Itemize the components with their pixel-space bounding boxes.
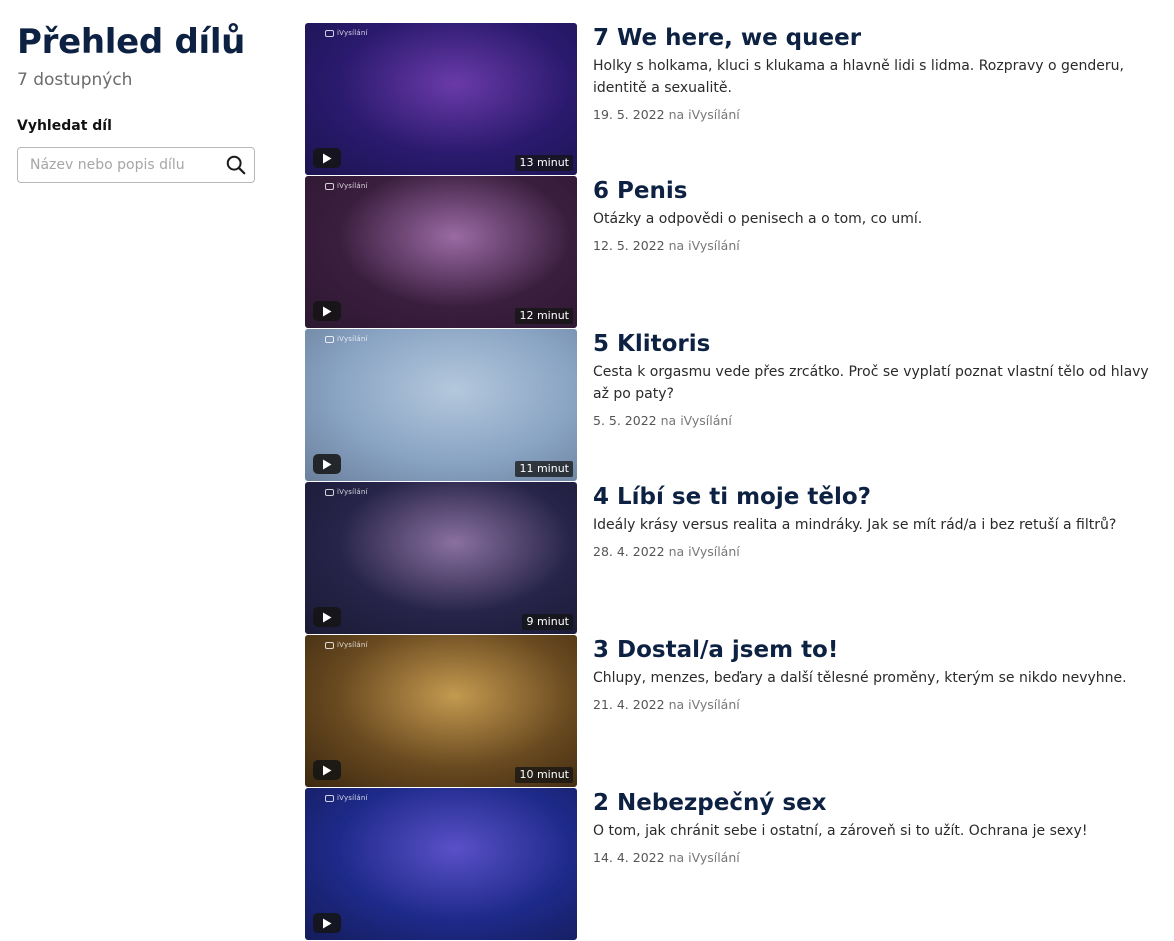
episode-duration: 13 minut (515, 155, 573, 171)
episode-on: na (668, 107, 685, 122)
episode-duration: 9 minut (522, 614, 573, 630)
episode-description: Cesta k orgasmu vede přes zrcátko. Proč … (593, 364, 1149, 402)
episode-item: iVysílání 12 minut 6 Penis Otázky a odpo… (305, 176, 1165, 329)
episode-duration: 12 minut (515, 308, 573, 324)
search-input[interactable] (18, 148, 218, 182)
play-icon[interactable] (313, 454, 341, 474)
episode-on: na (660, 413, 677, 428)
episode-info: 4 Líbí se ti moje tělo? Ideály krásy ver… (593, 482, 1153, 560)
episode-thumbnail[interactable]: iVysílání 11 minut (305, 329, 577, 481)
episode-duration: 10 minut (515, 767, 573, 783)
episode-item: iVysílání 10 minut 3 Dostal/a jsem to! C… (305, 635, 1165, 788)
episode-item: iVysílání 2 Nebezpečný sex O tom, jak ch… (305, 788, 1165, 941)
episode-platform: iVysílání (688, 107, 740, 122)
episode-duration: 11 minut (515, 461, 573, 477)
episode-description: O tom, jak chránit sebe i ostatní, a zár… (593, 823, 1088, 839)
episode-platform: iVysílání (680, 413, 732, 428)
episode-title[interactable]: 7 We here, we queer (593, 23, 1153, 53)
ivysilani-logo: iVysílání (325, 641, 368, 649)
play-icon[interactable] (313, 148, 341, 168)
ivysilani-logo: iVysílání (325, 335, 368, 343)
episode-description: Holky s holkama, kluci s klukama a hlavn… (593, 58, 1124, 96)
play-icon[interactable] (313, 301, 341, 321)
episode-meta: 12. 5. 2022 na iVysílání (593, 238, 1153, 254)
play-icon[interactable] (313, 607, 341, 627)
episode-on: na (668, 850, 685, 865)
episode-meta: 19. 5. 2022 na iVysílání (593, 107, 1153, 123)
episode-item: iVysílání 9 minut 4 Líbí se ti moje tělo… (305, 482, 1165, 635)
page-title: Přehled dílů (17, 22, 246, 62)
ivysilani-logo: iVysílání (325, 182, 368, 190)
episode-date: 28. 4. 2022 (593, 544, 665, 559)
episode-list: iVysílání 13 minut 7 We here, we queer H… (305, 23, 1165, 941)
episode-info: 3 Dostal/a jsem to! Chlupy, menzes, beďa… (593, 635, 1153, 713)
episode-meta: 28. 4. 2022 na iVysílání (593, 544, 1153, 560)
sidebar: Přehled dílů 7 dostupných Vyhledat díl (17, 22, 257, 183)
ivysilani-logo: iVysílání (325, 488, 368, 496)
episode-description: Ideály krásy versus realita a mindráky. … (593, 517, 1117, 533)
episode-title[interactable]: 4 Líbí se ti moje tělo? (593, 482, 1153, 512)
episode-platform: iVysílání (688, 850, 740, 865)
episode-on: na (668, 238, 685, 253)
episode-platform: iVysílání (688, 697, 740, 712)
episode-title[interactable]: 5 Klitoris (593, 329, 1153, 359)
episode-on: na (668, 697, 685, 712)
episode-date: 14. 4. 2022 (593, 850, 665, 865)
episode-thumbnail[interactable]: iVysílání 10 minut (305, 635, 577, 787)
episode-thumbnail[interactable]: iVysílání 9 minut (305, 482, 577, 634)
episode-title[interactable]: 6 Penis (593, 176, 1153, 206)
episode-info: 6 Penis Otázky a odpovědi o penisech a o… (593, 176, 1153, 254)
episode-count: 7 dostupných (17, 70, 133, 90)
play-icon[interactable] (313, 760, 341, 780)
episode-platform: iVysílání (688, 544, 740, 559)
episode-info: 2 Nebezpečný sex O tom, jak chránit sebe… (593, 788, 1153, 866)
episode-meta: 5. 5. 2022 na iVysílání (593, 413, 1153, 429)
episode-description: Otázky a odpovědi o penisech a o tom, co… (593, 211, 923, 227)
episode-info: 5 Klitoris Cesta k orgasmu vede přes zrc… (593, 329, 1153, 429)
episode-thumbnail[interactable]: iVysílání 13 minut (305, 23, 577, 175)
episode-item: iVysílání 13 minut 7 We here, we queer H… (305, 23, 1165, 176)
episode-meta: 14. 4. 2022 na iVysílání (593, 850, 1153, 866)
episode-title[interactable]: 3 Dostal/a jsem to! (593, 635, 1153, 665)
episode-thumbnail[interactable]: iVysílání (305, 788, 577, 940)
ivysilani-logo: iVysílání (325, 29, 368, 37)
search-icon[interactable] (224, 153, 248, 177)
episode-date: 21. 4. 2022 (593, 697, 665, 712)
episode-description: Chlupy, menzes, beďary a další tělesné p… (593, 670, 1127, 686)
episode-platform: iVysílání (688, 238, 740, 253)
search-label: Vyhledat díl (17, 118, 112, 134)
episode-title[interactable]: 2 Nebezpečný sex (593, 788, 1153, 818)
episode-info: 7 We here, we queer Holky s holkama, klu… (593, 23, 1153, 123)
episode-meta: 21. 4. 2022 na iVysílání (593, 697, 1153, 713)
episode-date: 5. 5. 2022 (593, 413, 657, 428)
ivysilani-logo: iVysílání (325, 794, 368, 802)
episode-item: iVysílání 11 minut 5 Klitoris Cesta k or… (305, 329, 1165, 482)
play-icon[interactable] (313, 913, 341, 933)
episode-date: 12. 5. 2022 (593, 238, 665, 253)
episode-on: na (668, 544, 685, 559)
episode-thumbnail[interactable]: iVysílání 12 minut (305, 176, 577, 328)
episode-date: 19. 5. 2022 (593, 107, 665, 122)
search-box (17, 147, 255, 183)
